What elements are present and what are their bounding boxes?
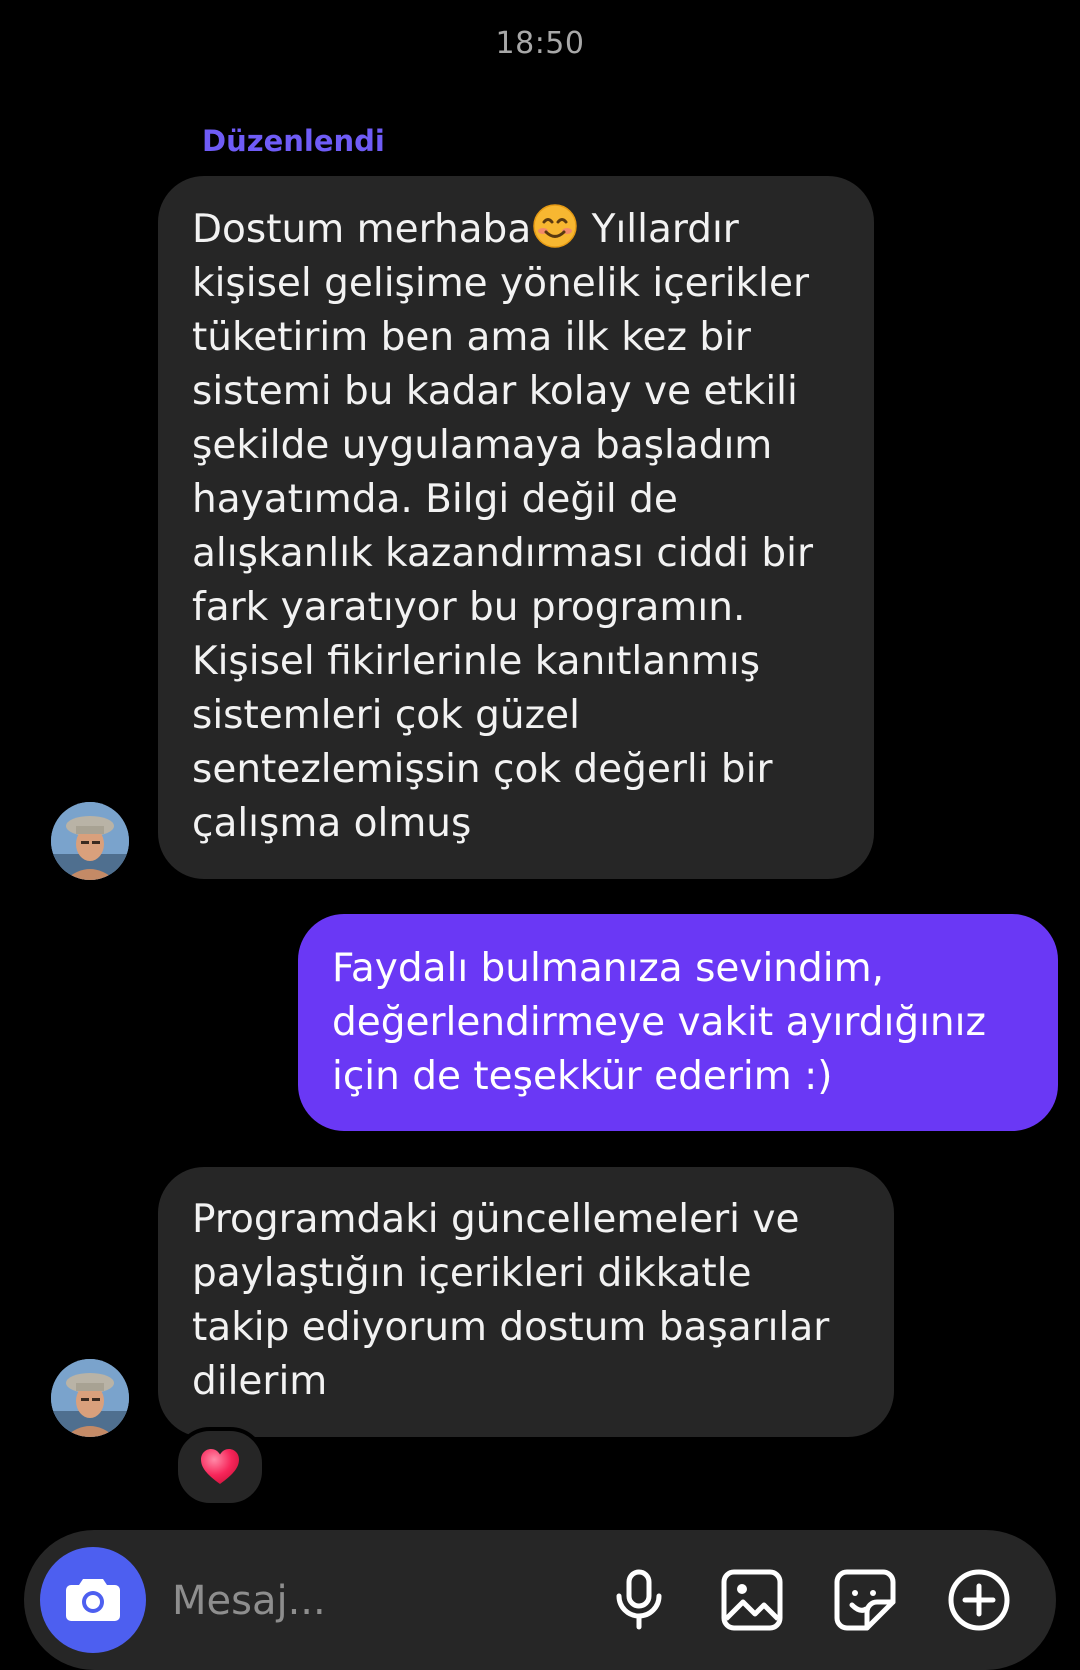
message-line: sistemleri çok güzel [192, 693, 580, 738]
sticker-button[interactable] [832, 1567, 898, 1633]
incoming-message-bubble[interactable]: Programdaki güncellemeleri ve paylaştığı… [158, 1167, 894, 1437]
message-line: Kişisel fikirlerinle kanıtlanmış [192, 639, 761, 684]
sender-avatar[interactable] [51, 1359, 129, 1437]
message-reaction[interactable] [174, 1427, 266, 1507]
message-line: Dostum merhaba Yıllardır [192, 202, 838, 257]
voice-message-button[interactable] [606, 1567, 672, 1633]
message-line: Faydalı bulmanıza sevindim, [332, 946, 884, 991]
message-line: tüketirim ben ama ilk kez bir [192, 315, 751, 360]
message-line: için de teşekkür ederim :) [332, 1054, 833, 1099]
avatar-photo [51, 1359, 129, 1437]
message-line: takip ediyorum dostum başarılar [192, 1305, 830, 1350]
message-line: alışkanlık kazandırması ciddi bir [192, 531, 813, 576]
smiling-face-icon [533, 204, 577, 248]
message-line: sentezlemişsin çok değerli bir [192, 747, 773, 792]
message-line: dilerim [192, 1359, 328, 1404]
sticker-icon [834, 1569, 896, 1631]
sender-avatar[interactable] [51, 802, 129, 880]
edited-label: Düzenlendi [202, 124, 385, 158]
message-line: değerlendirmeye vakit ayırdığınız [332, 1000, 986, 1045]
message-line: fark yaratıyor bu programın. [192, 585, 746, 630]
camera-button[interactable] [40, 1547, 146, 1653]
camera-icon [66, 1579, 120, 1621]
message-line: hayatımda. Bilgi değil de [192, 477, 678, 522]
message-line: şekilde uygulamaya başladım [192, 423, 773, 468]
more-options-button[interactable] [946, 1567, 1012, 1633]
outgoing-message-bubble[interactable]: Faydalı bulmanıza sevindim, değerlendirm… [298, 914, 1058, 1131]
message-line: Programdaki güncellemeleri ve [192, 1197, 800, 1242]
gallery-icon [721, 1569, 783, 1631]
plus-icon [948, 1569, 1010, 1631]
message-line: kişisel gelişime yönelik içerikler [192, 261, 809, 306]
avatar-photo [51, 802, 129, 880]
heart-icon [201, 1449, 239, 1484]
message-line: sistemi bu kadar kolay ve etkili [192, 369, 798, 414]
microphone-icon [616, 1569, 662, 1630]
message-line: çalışma olmuş [192, 801, 472, 846]
incoming-message-bubble[interactable]: Dostum merhaba Yıllardır kişisel gelişim… [158, 176, 874, 879]
message-input[interactable] [170, 1570, 594, 1632]
message-timestamp: 18:50 [495, 26, 585, 61]
gallery-button[interactable] [719, 1567, 785, 1633]
message-line: paylaştığın içerikleri dikkatle [192, 1251, 752, 1296]
